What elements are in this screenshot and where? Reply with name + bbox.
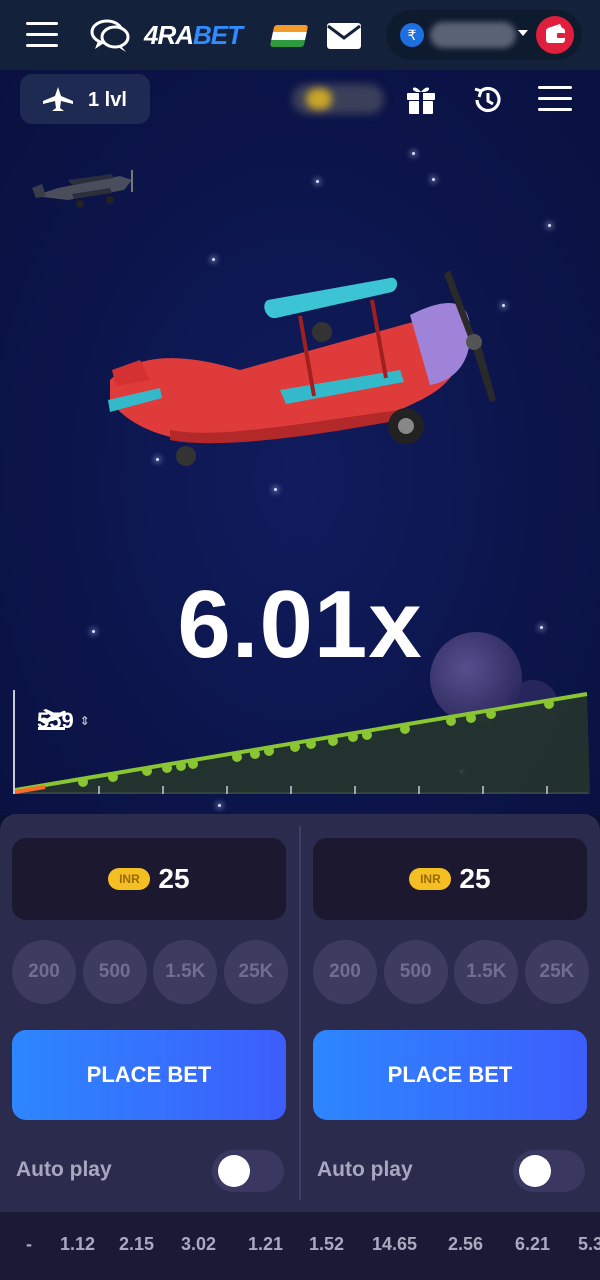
rupee-icon: ₹ — [400, 23, 424, 47]
history-item[interactable]: - — [26, 1234, 32, 1255]
place-bet-button[interactable]: PLACE BET — [12, 1030, 286, 1120]
small-plane-icon — [32, 170, 133, 208]
currency-badge: INR — [409, 868, 452, 890]
takeoff-icon — [38, 709, 66, 730]
game-screen: 4RABET ₹ 1 lvl 6.01x 559 ⇕ INR 25 200 50… — [0, 0, 600, 1280]
chip-200[interactable]: 200 — [313, 940, 377, 1004]
chip-25k[interactable]: 25K — [524, 940, 589, 1004]
top-nav: 4RABET ₹ — [0, 0, 600, 70]
quick-amount-chips: 200 500 1.5K 25K — [313, 940, 589, 1004]
brand-prefix: 4RA — [144, 20, 194, 50]
brand-logo[interactable]: 4RABET — [144, 20, 243, 51]
game-area: 1 lvl 6.01x 559 ⇕ — [0, 70, 600, 815]
history-item[interactable]: 14.65 — [372, 1234, 417, 1255]
wallet-button[interactable] — [536, 16, 574, 54]
gift-icon[interactable] — [404, 82, 438, 116]
bet-panel: INR 25 200 500 1.5K 25K PLACE BET Auto p… — [0, 814, 600, 1212]
chip-1-5k[interactable]: 1.5K — [153, 940, 218, 1004]
bet-amount-field[interactable]: INR 25 — [313, 838, 587, 920]
bet-amount-field[interactable]: INR 25 — [12, 838, 286, 920]
autoplay-toggle[interactable] — [212, 1150, 284, 1192]
bet-slot-2: INR 25 200 500 1.5K 25K PLACE BET Auto p… — [301, 814, 600, 1212]
chip-1-5k[interactable]: 1.5K — [454, 940, 519, 1004]
toggle-knob — [519, 1155, 551, 1187]
flight-curve — [15, 692, 590, 794]
chevron-down-icon[interactable] — [518, 30, 528, 36]
history-item[interactable]: 2.15 — [119, 1234, 154, 1255]
sort-icon: ⇕ — [79, 714, 90, 728]
level-badge[interactable]: 1 lvl — [20, 74, 150, 124]
toggle-knob — [218, 1155, 250, 1187]
autoplay-toggle[interactable] — [513, 1150, 585, 1192]
history-item[interactable]: 1.21 — [248, 1234, 283, 1255]
level-label: 1 lvl — [88, 89, 127, 111]
chip-500[interactable]: 500 — [82, 940, 147, 1004]
currency-badge: INR — [108, 868, 151, 890]
bet-slot-1: INR 25 200 500 1.5K 25K PLACE BET Auto p… — [0, 814, 300, 1212]
brand-suffix: BET — [193, 20, 243, 50]
biplane-icon — [108, 270, 496, 466]
mail-icon[interactable] — [326, 22, 362, 50]
chip-200[interactable]: 200 — [12, 940, 76, 1004]
round-history: - 1.12 2.15 3.02 1.21 1.52 14.65 2.56 6.… — [0, 1212, 600, 1280]
history-item[interactable]: 6.21 — [515, 1234, 550, 1255]
chip-500[interactable]: 500 — [383, 940, 448, 1004]
plane-icon — [43, 87, 73, 111]
autoplay-label: Auto play — [16, 1158, 112, 1181]
flight-graph: 559 ⇕ — [13, 690, 590, 794]
flag-india-icon — [269, 25, 309, 47]
balance-value-blurred — [430, 22, 516, 48]
autoplay-label: Auto play — [317, 1158, 413, 1181]
history-item[interactable]: 2.56 — [448, 1234, 483, 1255]
quick-amount-chips: 200 500 1.5K 25K — [12, 940, 288, 1004]
history-icon[interactable] — [470, 82, 506, 118]
game-menu-icon[interactable] — [538, 86, 572, 114]
balance-pill[interactable]: ₹ — [386, 10, 582, 60]
history-item[interactable]: 1.12 — [60, 1234, 95, 1255]
wallet-icon — [546, 24, 565, 43]
bet-amount-value: 25 — [459, 863, 491, 894]
history-item[interactable]: 5.3 — [578, 1234, 600, 1255]
coins-blurred[interactable] — [292, 84, 384, 114]
players-counter[interactable]: 559 ⇕ — [37, 708, 90, 734]
chat-icon[interactable] — [88, 16, 132, 54]
menu-icon[interactable] — [26, 22, 58, 48]
bet-amount-value: 25 — [158, 863, 190, 894]
place-bet-button[interactable]: PLACE BET — [313, 1030, 587, 1120]
chip-25k[interactable]: 25K — [223, 940, 288, 1004]
multiplier-display: 6.01x — [177, 571, 423, 678]
history-item[interactable]: 3.02 — [181, 1234, 216, 1255]
history-item[interactable]: 1.52 — [309, 1234, 344, 1255]
